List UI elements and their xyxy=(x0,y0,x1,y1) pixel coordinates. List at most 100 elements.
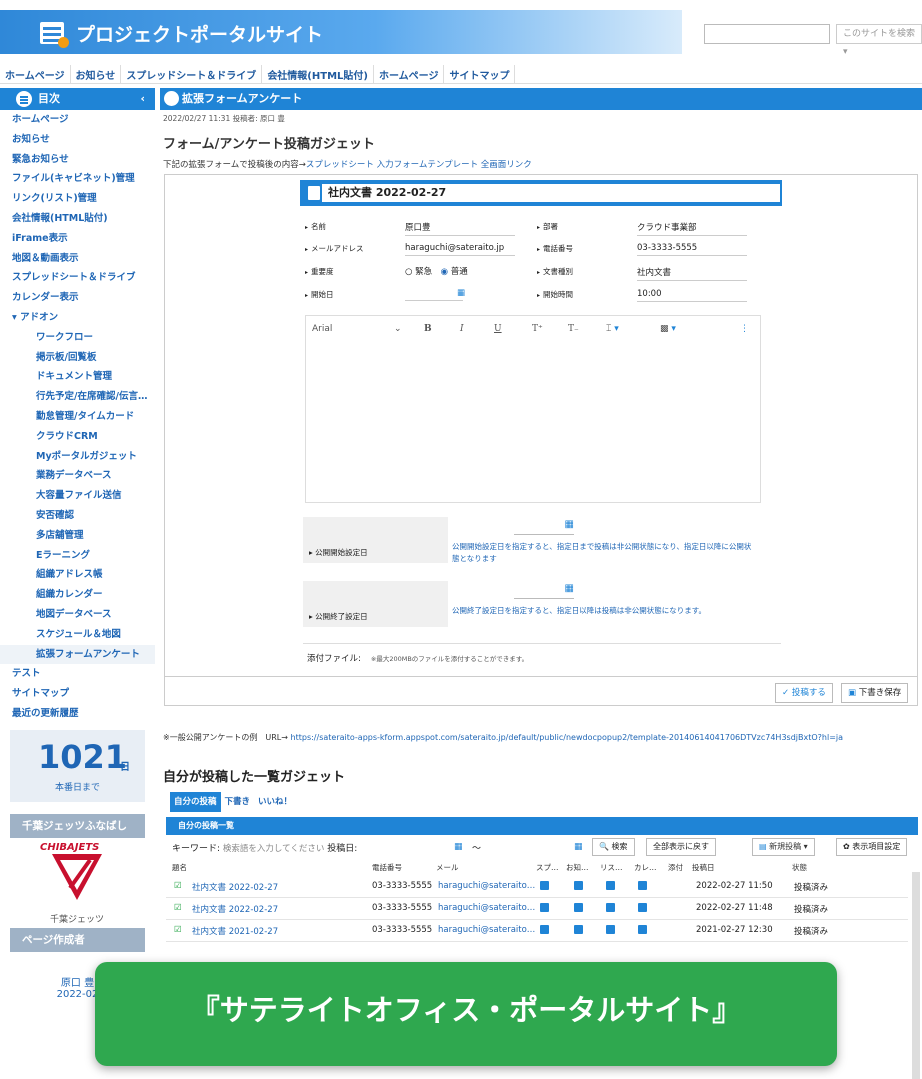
sidebar-subitem[interactable]: 行先予定/在席確認/伝言… xyxy=(0,387,155,407)
sidebar-item[interactable]: 地図＆動画表示 xyxy=(0,249,155,269)
column-settings-button[interactable]: ✿ 表示項目設定 xyxy=(836,838,908,856)
email-input[interactable]: haraguchi@sateraito.jp xyxy=(405,243,515,256)
underline-icon[interactable]: U xyxy=(494,324,502,334)
edit-icon[interactable]: ☑ xyxy=(174,925,182,935)
starttime-input[interactable]: 10:00 xyxy=(637,289,747,302)
save-draft-button[interactable]: ▣ 下書き保存 xyxy=(841,683,909,703)
sidebar-addon-toggle[interactable]: ▾ アドオン xyxy=(0,308,155,328)
sidebar-subitem[interactable]: 業務データベース xyxy=(0,466,155,486)
sidebar-item[interactable]: ファイル(キャビネット)管理 xyxy=(0,169,155,189)
column-header[interactable]: 添付 xyxy=(668,862,683,873)
example-link[interactable]: https://sateraito-apps-kform.appspot.com… xyxy=(291,733,844,742)
sidebar-subitem[interactable]: 組織カレンダー xyxy=(0,585,155,605)
radio-normal[interactable]: ◉ xyxy=(441,267,448,277)
sidebar-subitem[interactable]: 大容量ファイル送信 xyxy=(0,486,155,506)
sidebar-item[interactable]: お知らせ xyxy=(0,130,155,150)
sidebar-item[interactable]: スプレッドシート＆ドライブ xyxy=(0,268,155,288)
linked-item-icon[interactable] xyxy=(638,903,647,912)
row-email[interactable]: haraguchi@sateraito… xyxy=(438,925,535,935)
show-all-button[interactable]: 全部表示に戻す xyxy=(646,838,716,856)
linked-item-icon[interactable] xyxy=(540,925,549,934)
sidebar-subitem[interactable]: 多店舗管理 xyxy=(0,526,155,546)
font-dropdown-icon[interactable]: ⌄ xyxy=(394,324,402,334)
linked-item-icon[interactable] xyxy=(606,881,615,890)
radio-urgent[interactable]: ○ xyxy=(405,267,412,277)
site-search-input[interactable] xyxy=(704,24,830,44)
linked-item-icon[interactable] xyxy=(574,903,583,912)
publish-start-date-input[interactable]: ▦ xyxy=(514,519,574,535)
date-to-calendar-icon[interactable]: ▦ xyxy=(574,842,583,852)
sidebar-subitem[interactable]: ドキュメント管理 xyxy=(0,367,155,387)
sidebar-item[interactable]: テスト xyxy=(0,664,155,684)
keyword-input[interactable]: 検索語を入力してください xyxy=(223,844,325,854)
background-color-icon[interactable]: ▩ ▾ xyxy=(660,324,676,334)
sidebar-item[interactable]: 会社情報(HTML貼付) xyxy=(0,209,155,229)
sidebar-item[interactable]: カレンダー表示 xyxy=(0,288,155,308)
row-title-link[interactable]: 社内文書 2022-02-27 xyxy=(192,881,278,893)
sidebar-item[interactable]: リンク(リスト)管理 xyxy=(0,189,155,209)
text-color-icon[interactable]: ⌶ ▾ xyxy=(606,324,619,334)
row-email[interactable]: haraguchi@sateraito… xyxy=(438,881,535,891)
linked-item-icon[interactable] xyxy=(638,881,647,890)
team-logo[interactable]: CHIBAJETS 千葉ジェッツ xyxy=(22,842,132,925)
column-header[interactable]: スプ… xyxy=(536,862,559,873)
linked-item-icon[interactable] xyxy=(540,881,549,890)
column-header[interactable]: 状態 xyxy=(792,862,807,873)
linked-item-icon[interactable] xyxy=(606,925,615,934)
topnav-item[interactable]: サイトマップ xyxy=(444,65,516,83)
column-header[interactable]: 電話番号 xyxy=(372,862,402,873)
table-row[interactable]: ☑ 社内文書 2022-02-27 03-3333-5555 haraguchi@sa… xyxy=(166,876,908,898)
topnav-item[interactable]: お知らせ xyxy=(71,65,122,83)
sidebar-item[interactable]: 最近の更新履歴 xyxy=(0,704,155,724)
sidebar-item[interactable]: ホームページ xyxy=(0,110,155,130)
edit-icon[interactable]: ☑ xyxy=(174,903,182,913)
linked-item-icon[interactable] xyxy=(638,925,647,934)
new-post-button[interactable]: ▤ 新規投稿 ▾ xyxy=(752,838,815,856)
edit-icon[interactable]: ☑ xyxy=(174,881,182,891)
template-link[interactable]: スプレッドシート 入力フォームテンプレート 全画面リンク xyxy=(306,160,532,170)
column-header[interactable]: 題名 xyxy=(172,862,187,873)
dept-input[interactable]: クラウド事業部 xyxy=(637,221,747,236)
startdate-input[interactable] xyxy=(405,289,463,301)
bold-icon[interactable]: B xyxy=(424,324,432,334)
font-select[interactable]: Arial xyxy=(312,324,332,334)
column-header[interactable]: リス… xyxy=(600,862,623,873)
sidebar-subitem[interactable]: Myポータルガジェット xyxy=(0,447,155,467)
column-header[interactable]: 投稿日 xyxy=(692,862,715,873)
sidebar-item[interactable]: iFrame表示 xyxy=(0,229,155,249)
list-scrollbar[interactable] xyxy=(912,872,920,1079)
sidebar-subitem[interactable]: 勤怠管理/タイムカード xyxy=(0,407,155,427)
subscript-icon[interactable]: T₋ xyxy=(568,324,579,334)
collapse-icon[interactable]: ‹ xyxy=(140,88,145,110)
doctype-input[interactable]: 社内文書 xyxy=(637,266,747,281)
site-title[interactable]: プロジェクトポータルサイト xyxy=(76,20,323,47)
linked-item-icon[interactable] xyxy=(574,925,583,934)
sidebar-subitem[interactable]: スケジュール＆地図 xyxy=(0,625,155,645)
phone-input[interactable]: 03-3333-5555 xyxy=(637,243,747,256)
sidebar-subitem[interactable]: 地図データベース xyxy=(0,605,155,625)
column-header[interactable]: カレ… xyxy=(634,862,657,873)
sidebar-subitem[interactable]: 組織アドレス帳 xyxy=(0,565,155,585)
search-button[interactable]: 🔍 検索 xyxy=(592,838,635,856)
row-title-link[interactable]: 社内文書 2022-02-27 xyxy=(192,903,278,915)
table-row[interactable]: ☑ 社内文書 2021-02-27 03-3333-5555 haraguchi@sa… xyxy=(166,920,908,942)
italic-icon[interactable]: I xyxy=(460,324,464,334)
site-search-button[interactable]: このサイトを検索 ▾ xyxy=(836,24,922,57)
column-header[interactable]: メール xyxy=(436,862,459,873)
linked-item-icon[interactable] xyxy=(574,881,583,890)
sidebar-subitem[interactable]: ワークフロー xyxy=(0,328,155,348)
name-input[interactable]: 原口豊 xyxy=(405,221,515,236)
tab-drafts[interactable]: 下書き xyxy=(221,792,255,812)
linked-item-icon[interactable] xyxy=(540,903,549,912)
sidebar-item[interactable]: サイトマップ xyxy=(0,684,155,704)
topnav-item[interactable]: 会社情報(HTML貼付) xyxy=(262,65,374,83)
sidebar-subitem[interactable]: クラウドCRM xyxy=(0,427,155,447)
sidebar-subitem[interactable]: 拡張フォームアンケート xyxy=(0,644,155,665)
column-header[interactable]: お知… xyxy=(566,862,589,873)
sidebar-item[interactable]: 緊急お知らせ xyxy=(0,150,155,170)
superscript-icon[interactable]: T⁺ xyxy=(532,324,543,334)
sidebar-subitem[interactable]: Eラーニング xyxy=(0,546,155,566)
sidebar-subitem[interactable]: 掲示板/回覧板 xyxy=(0,348,155,368)
topnav-item[interactable]: ホームページ xyxy=(374,65,445,83)
post-button[interactable]: ✓ 投稿する xyxy=(775,683,833,703)
